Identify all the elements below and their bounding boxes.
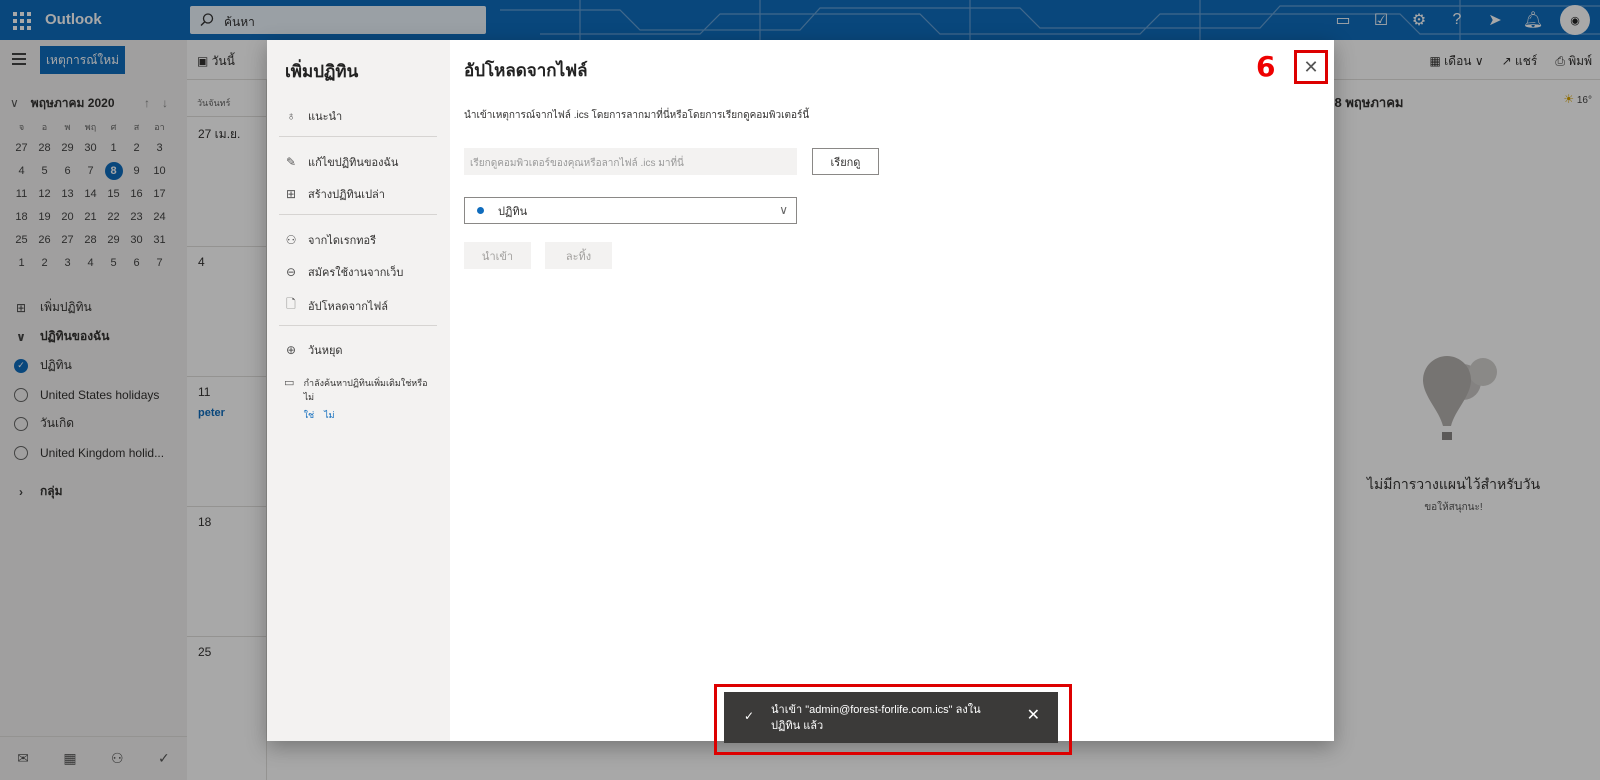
nav-blank-calendar[interactable]: ⊞ สร้างปฏิทินเปล่า (284, 185, 385, 203)
discard-button[interactable]: ละทิ้ง (545, 242, 612, 269)
dialog-main: อัปโหลดจากไฟล์ นำเข้าเหตุการณ์จากไฟล์ .i… (450, 40, 1334, 741)
toast-close-icon[interactable]: ✕ (1027, 705, 1040, 725)
divider (279, 136, 437, 137)
checkmark-icon: ✓ (744, 709, 755, 723)
nav-suggest[interactable]: ♁ แนะนำ (284, 107, 343, 125)
browse-button[interactable]: เรียกดู (812, 148, 879, 175)
nav-edit-calendars[interactable]: ✎ แก้ไขปฏิทินของฉัน (284, 153, 398, 171)
dialog-nav: เพิ่มปฏิทิน ♁ แนะนำ ✎ แก้ไขปฏิทินของฉัน ⊞ ส… (267, 40, 450, 741)
nav-label: จากไดเรกทอรี (308, 235, 377, 247)
dialog-description: นำเข้าเหตุการณ์จากไฟล์ .ics โดยการลากมาท… (464, 110, 810, 121)
nav-label: สมัครใช้งานจากเว็บ (308, 267, 404, 279)
nav-label: แนะนำ (308, 111, 343, 123)
edit-calendar-icon: ✎ (285, 155, 297, 169)
nav-subscribe-web[interactable]: ⊖ สมัครใช้งานจากเว็บ (284, 263, 403, 281)
import-toast: ✓ นำเข้า "admin@forest-forlife.com.ics" … (724, 692, 1058, 743)
chevron-down-icon: ∨ (779, 203, 788, 217)
add-calendar-dialog: เพิ่มปฏิทิน ♁ แนะนำ ✎ แก้ไขปฏิทินของฉัน ⊞ ส… (267, 40, 1334, 741)
file-upload-icon: 🗋︎ (286, 297, 296, 311)
close-icon: ✕ (1303, 56, 1319, 77)
link-icon: ⊖ (285, 265, 297, 279)
add-calendar-icon: ⊞ (285, 187, 297, 201)
toast-message: นำเข้า "admin@forest-forlife.com.ics" ลง… (771, 704, 981, 732)
nav-upload-file[interactable]: 🗋︎ อัปโหลดจากไฟล์ (284, 295, 388, 316)
dialog-title: อัปโหลดจากไฟล์ (464, 61, 588, 80)
import-button[interactable]: นำเข้า (464, 242, 531, 269)
calendar-select[interactable]: ปฏิทิน ∨ (464, 197, 797, 224)
nav-directory[interactable]: ⚇ จากไดเรกทอรี (284, 231, 376, 249)
nav-label: สร้างปฏิทินเปล่า (308, 189, 385, 201)
nav-label: อัปโหลดจากไฟล์ (308, 300, 388, 313)
step-number-annotation: 6 (1256, 50, 1276, 83)
feedback-prompt: ▭ กำลังค้นหาปฏิทินเพิ่มเติมใช่หรือไม่ ใช… (284, 376, 434, 422)
dialog-nav-title: เพิ่มปฏิทิน (285, 62, 359, 81)
feedback-yes-link[interactable]: ใช่ (304, 408, 315, 422)
people-icon: ⚇ (285, 233, 297, 247)
close-button[interactable]: ✕ (1294, 50, 1328, 84)
nav-label: วันหยุด (308, 345, 343, 357)
lightbulb-icon: ♁ (286, 109, 296, 123)
nav-holidays[interactable]: ⊕ วันหยุด (284, 341, 343, 359)
file-drop-input[interactable]: เรียกดูคอมพิวเตอร์ของคุณหรือลากไฟล์ .ics… (464, 148, 797, 175)
divider (279, 214, 437, 215)
feedback-icon: ▭ (284, 377, 295, 389)
calendar-color-dot (477, 207, 484, 214)
feedback-text: กำลังค้นหาปฏิทินเพิ่มเติมใช่หรือไม่ (303, 378, 428, 402)
feedback-no-link[interactable]: ไม่ (324, 408, 334, 422)
calendar-select-value: ปฏิทิน (498, 205, 528, 218)
nav-label: แก้ไขปฏิทินของฉัน (308, 157, 399, 169)
globe-icon: ⊕ (285, 343, 297, 357)
divider (279, 325, 437, 326)
